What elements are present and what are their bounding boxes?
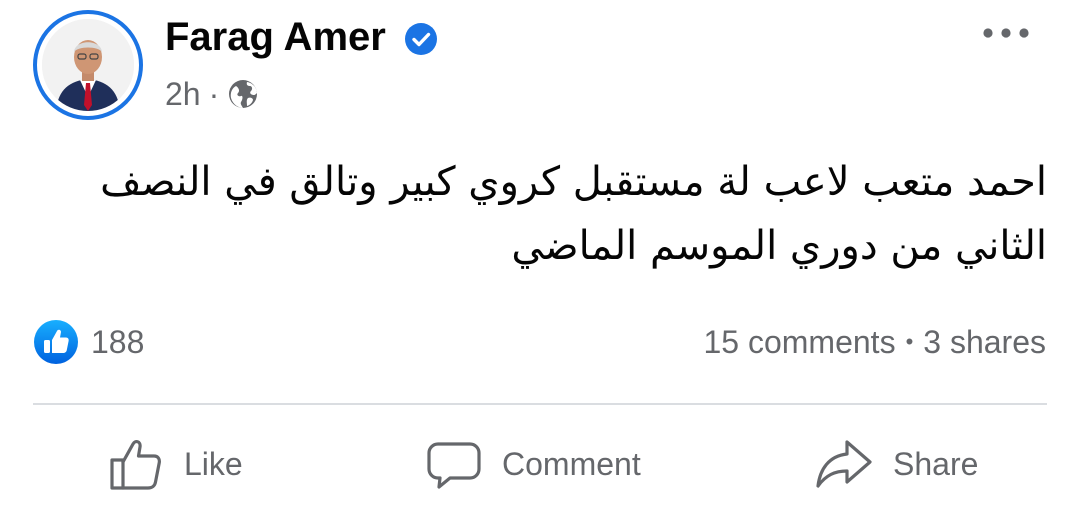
engagement-separator: • <box>905 329 914 354</box>
like-label: Like <box>184 445 243 482</box>
like-button[interactable]: Like <box>108 430 243 498</box>
like-reaction-icon <box>34 320 78 364</box>
author-name[interactable]: Farag Amer <box>165 12 386 62</box>
comments-count-link[interactable]: 15 comments <box>703 324 895 361</box>
globe-icon[interactable] <box>227 78 259 110</box>
thumbs-up-icon <box>110 440 161 490</box>
avatar-photo <box>42 19 134 111</box>
meta-separator: · <box>208 75 220 112</box>
comment-button[interactable]: Comment <box>426 430 641 498</box>
shares-count-link[interactable]: 3 shares <box>923 324 1046 361</box>
share-button[interactable]: Share <box>815 430 978 498</box>
share-label: Share <box>893 445 979 482</box>
reaction-count: 188 <box>91 323 145 360</box>
reactions-summary[interactable]: 188 <box>33 318 144 366</box>
post-meta: 2h · <box>165 72 259 116</box>
comment-bubble-icon <box>427 442 481 489</box>
verified-badge-icon <box>405 23 437 55</box>
divider <box>33 403 1047 405</box>
more-options-icon[interactable] <box>978 20 1034 46</box>
avatar[interactable] <box>42 19 134 111</box>
comment-label: Comment <box>502 445 641 482</box>
engagement-summary: 15 comments • 3 shares <box>703 318 1046 366</box>
post-text: احمد متعب لاعب لة مستقبل كروي كبير وتالق… <box>100 159 1047 269</box>
share-arrow-icon <box>816 440 872 488</box>
post-time[interactable]: 2h <box>165 76 201 113</box>
